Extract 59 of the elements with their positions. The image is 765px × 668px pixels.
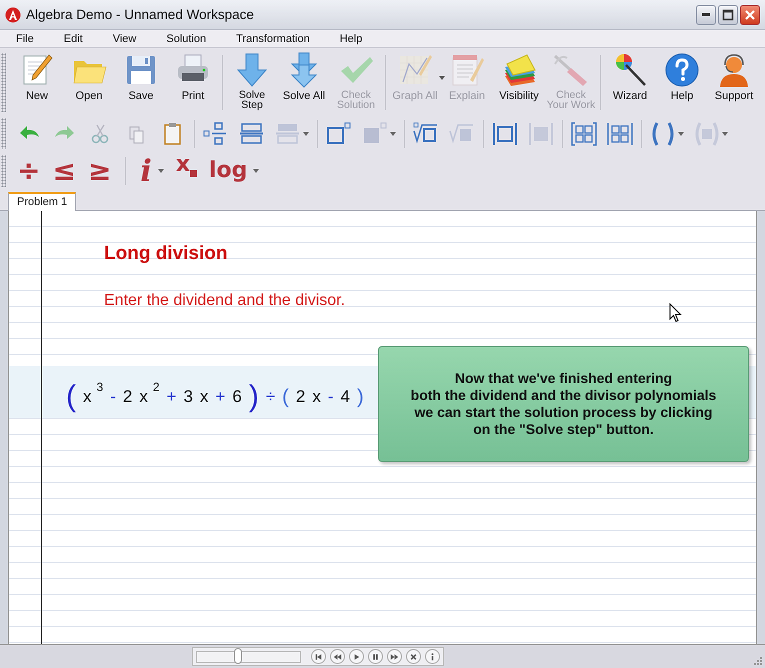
inline-fraction-icon (203, 120, 229, 146)
slider-thumb[interactable] (234, 648, 242, 664)
symbol-button[interactable]: log (203, 154, 266, 188)
subscript-box-icon (190, 170, 198, 177)
close-button[interactable] (406, 649, 420, 664)
menu-item[interactable]: Help (332, 30, 370, 46)
close-icon (744, 8, 756, 20)
minimize-icon (702, 13, 710, 16)
menu-item[interactable]: Solution (159, 30, 214, 46)
skip-to-start-button[interactable] (310, 649, 326, 664)
absolute-value-icon (528, 120, 554, 146)
superscript-icon (326, 120, 352, 146)
mouse-pointer-icon (669, 303, 682, 323)
down-arrow-icon (234, 52, 270, 88)
imaginary-unit-button[interactable]: i (134, 154, 170, 188)
open-button[interactable]: Open (63, 50, 115, 115)
absolute-value-icon (492, 120, 518, 146)
position-slider[interactable] (196, 650, 300, 662)
print-button[interactable]: Print (167, 50, 219, 115)
play-button[interactable] (348, 649, 364, 664)
symbol-button[interactable]: ≥ (82, 154, 118, 188)
fast-forward-button[interactable] (386, 649, 402, 664)
menu-item[interactable]: File (9, 30, 41, 46)
resize-grip-icon (752, 655, 762, 665)
solve-step-button[interactable]: Solve Step (226, 50, 278, 115)
window-title: Algebra Demo - Unnamed Workspace (26, 7, 255, 22)
maximize-icon (722, 8, 734, 20)
hint-callout: Now that we've finished entering both the dividend and the divisor polynomials we can start the solution process by clicking on the "Solve step" button. (378, 346, 749, 462)
support-button[interactable]: Support (708, 50, 760, 115)
math-expression[interactable]: ( x 3 - 2 x 2 + 3 x + 6 ) ÷ ( 2 x - 4 ) (66, 380, 364, 414)
determinant-icon (607, 120, 633, 146)
wizard-button[interactable]: Wizard (604, 50, 656, 115)
help-button[interactable]: Help (656, 50, 708, 115)
lesson-heading: Long division (104, 242, 228, 266)
parentheses-icon (650, 120, 676, 146)
stick-icon (553, 52, 589, 88)
app-logo-icon (5, 6, 21, 22)
menu-item[interactable]: Edit (56, 30, 90, 46)
close-button[interactable] (740, 4, 760, 24)
matrix-icon (571, 120, 597, 146)
pause-button[interactable] (368, 649, 382, 664)
parentheses-icon (694, 120, 720, 146)
instruction-text: Enter the dividend and the divisor. (104, 291, 346, 311)
minimize-button[interactable] (696, 4, 716, 24)
subscript-button[interactable]: x (170, 154, 204, 188)
rewind-button[interactable] (330, 649, 344, 664)
menu-item[interactable]: View (106, 30, 144, 46)
maximize-button[interactable] (718, 4, 738, 24)
help-icon (664, 52, 700, 88)
symbol-button[interactable]: ÷ (11, 154, 46, 188)
stacked-fraction-icon (239, 120, 265, 146)
save-button[interactable]: Save (115, 50, 167, 115)
symbol-button[interactable]: ≤ (46, 154, 82, 188)
info-button[interactable] (424, 649, 440, 664)
visibility-button[interactable]: Visibility (493, 50, 545, 115)
new-button[interactable]: New (11, 50, 63, 115)
solve-all-button[interactable]: Solve All (278, 50, 330, 115)
menu-item[interactable]: Transformation (229, 30, 317, 46)
document-tab[interactable]: Problem 1 (8, 192, 76, 211)
